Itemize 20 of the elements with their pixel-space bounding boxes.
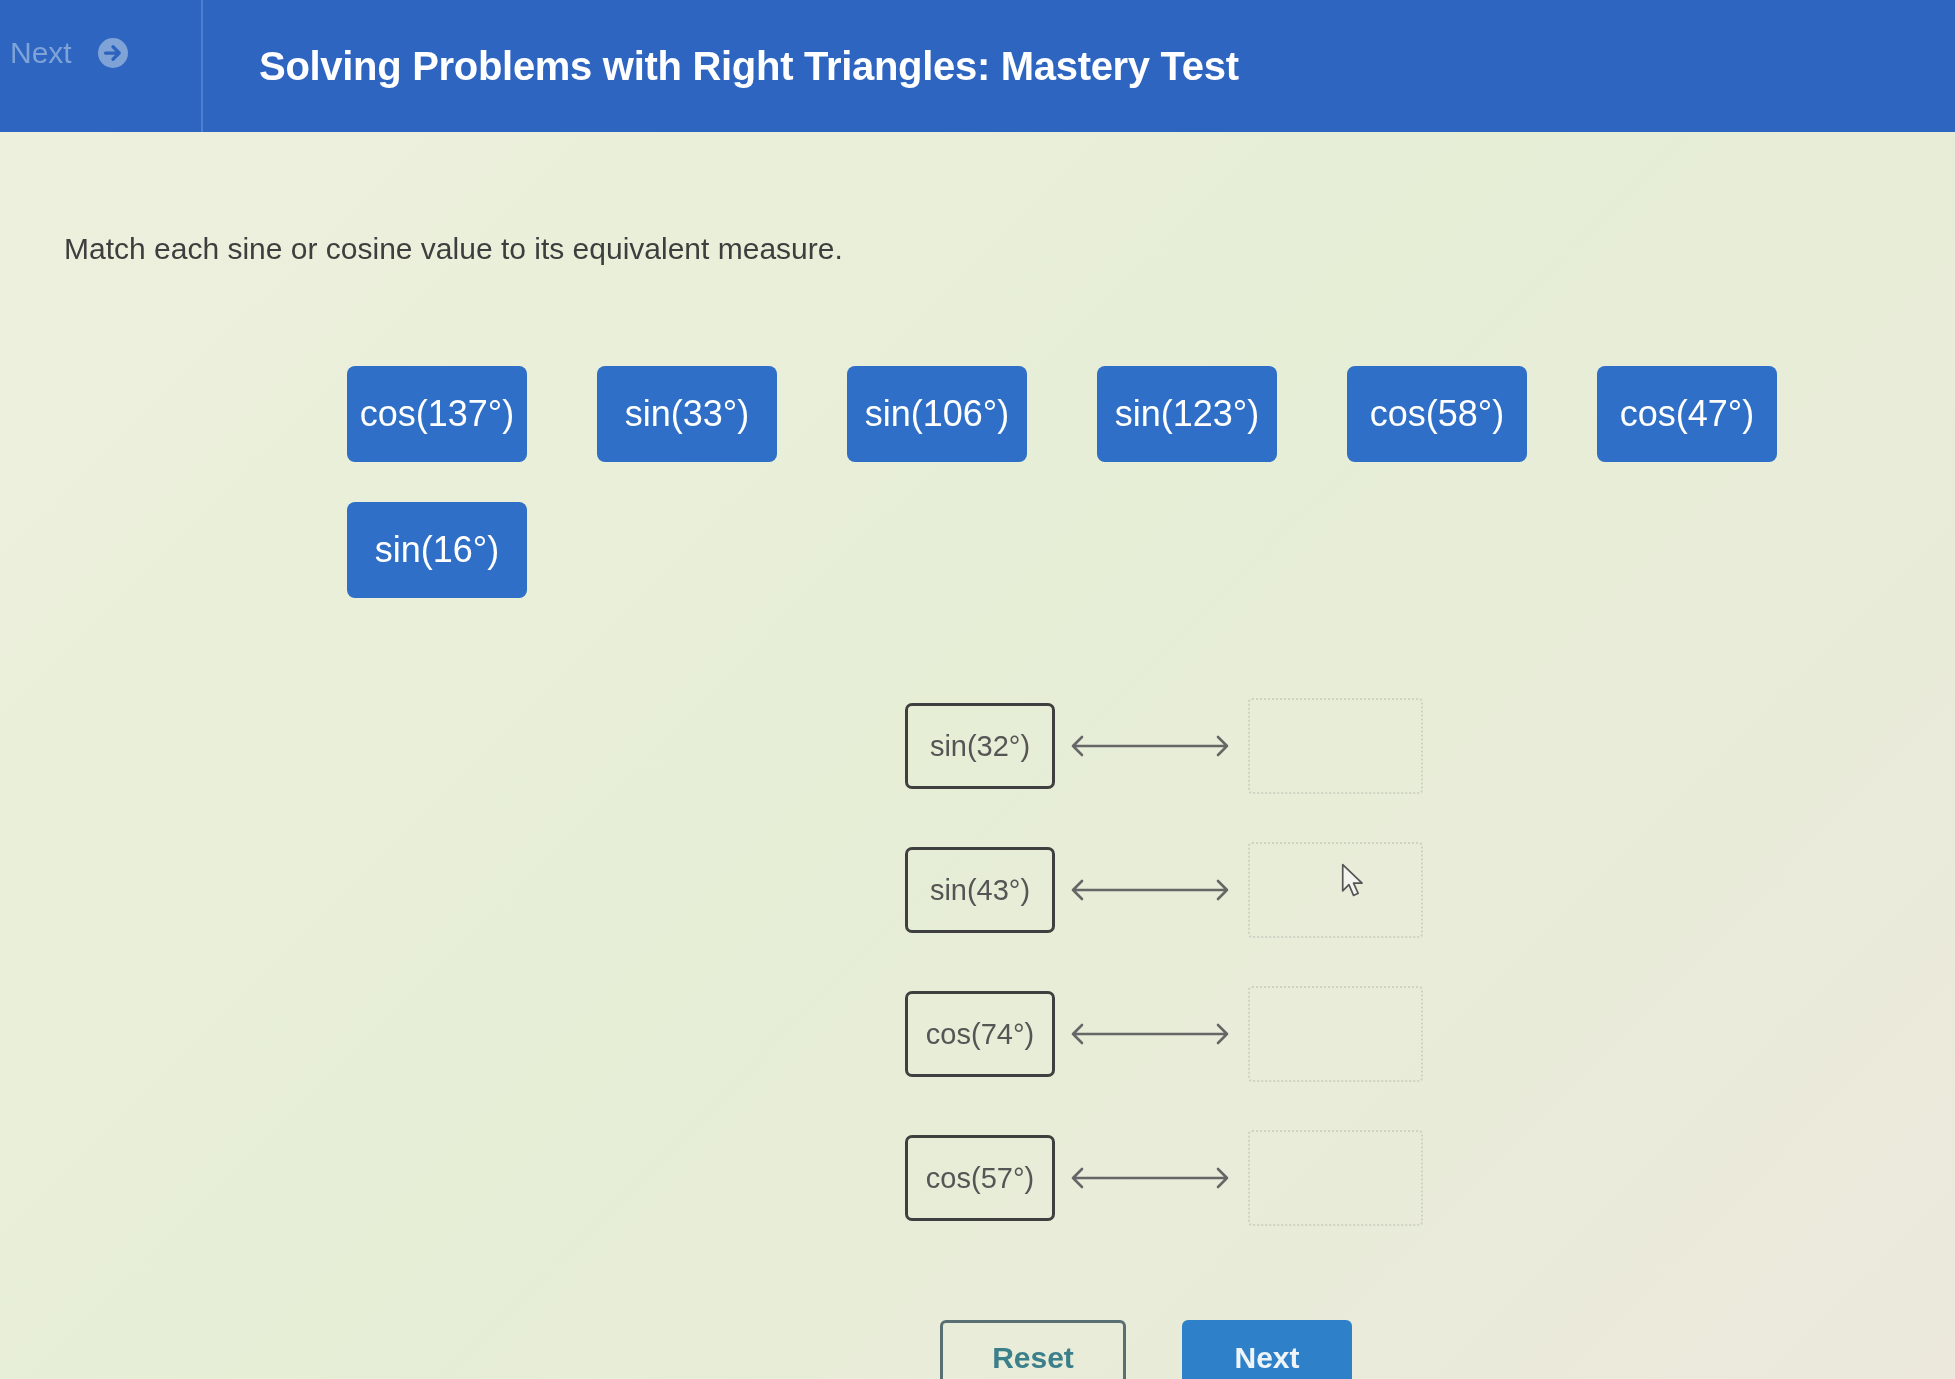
- prompt-card: sin(32°): [905, 703, 1055, 789]
- drop-target[interactable]: [1248, 1130, 1423, 1226]
- next-button[interactable]: Next: [1182, 1320, 1352, 1379]
- drop-target[interactable]: [1248, 698, 1423, 794]
- answer-tile[interactable]: cos(47°): [1597, 366, 1777, 462]
- prompt-card: cos(57°): [905, 1135, 1055, 1221]
- answer-tile[interactable]: sin(123°): [1097, 366, 1277, 462]
- answer-tile[interactable]: sin(33°): [597, 366, 777, 462]
- answer-tile[interactable]: cos(137°): [347, 366, 527, 462]
- drop-target[interactable]: [1248, 986, 1423, 1082]
- prompt-card: cos(74°): [905, 991, 1055, 1077]
- answer-tile[interactable]: sin(16°): [347, 502, 527, 598]
- reset-button[interactable]: Reset: [940, 1320, 1126, 1379]
- arrow-circle-icon: [97, 38, 128, 68]
- answer-tile[interactable]: cos(58°): [1347, 366, 1527, 462]
- answer-tile[interactable]: sin(106°): [847, 366, 1027, 462]
- page-title: Solving Problems with Right Triangles: Mastery Test: [259, 43, 1239, 89]
- instruction-text: Match each sine or cosine value to its equivalent measure.: [64, 232, 844, 266]
- prompt-card: sin(43°): [905, 847, 1055, 933]
- mouse-pointer-icon: [1341, 863, 1363, 897]
